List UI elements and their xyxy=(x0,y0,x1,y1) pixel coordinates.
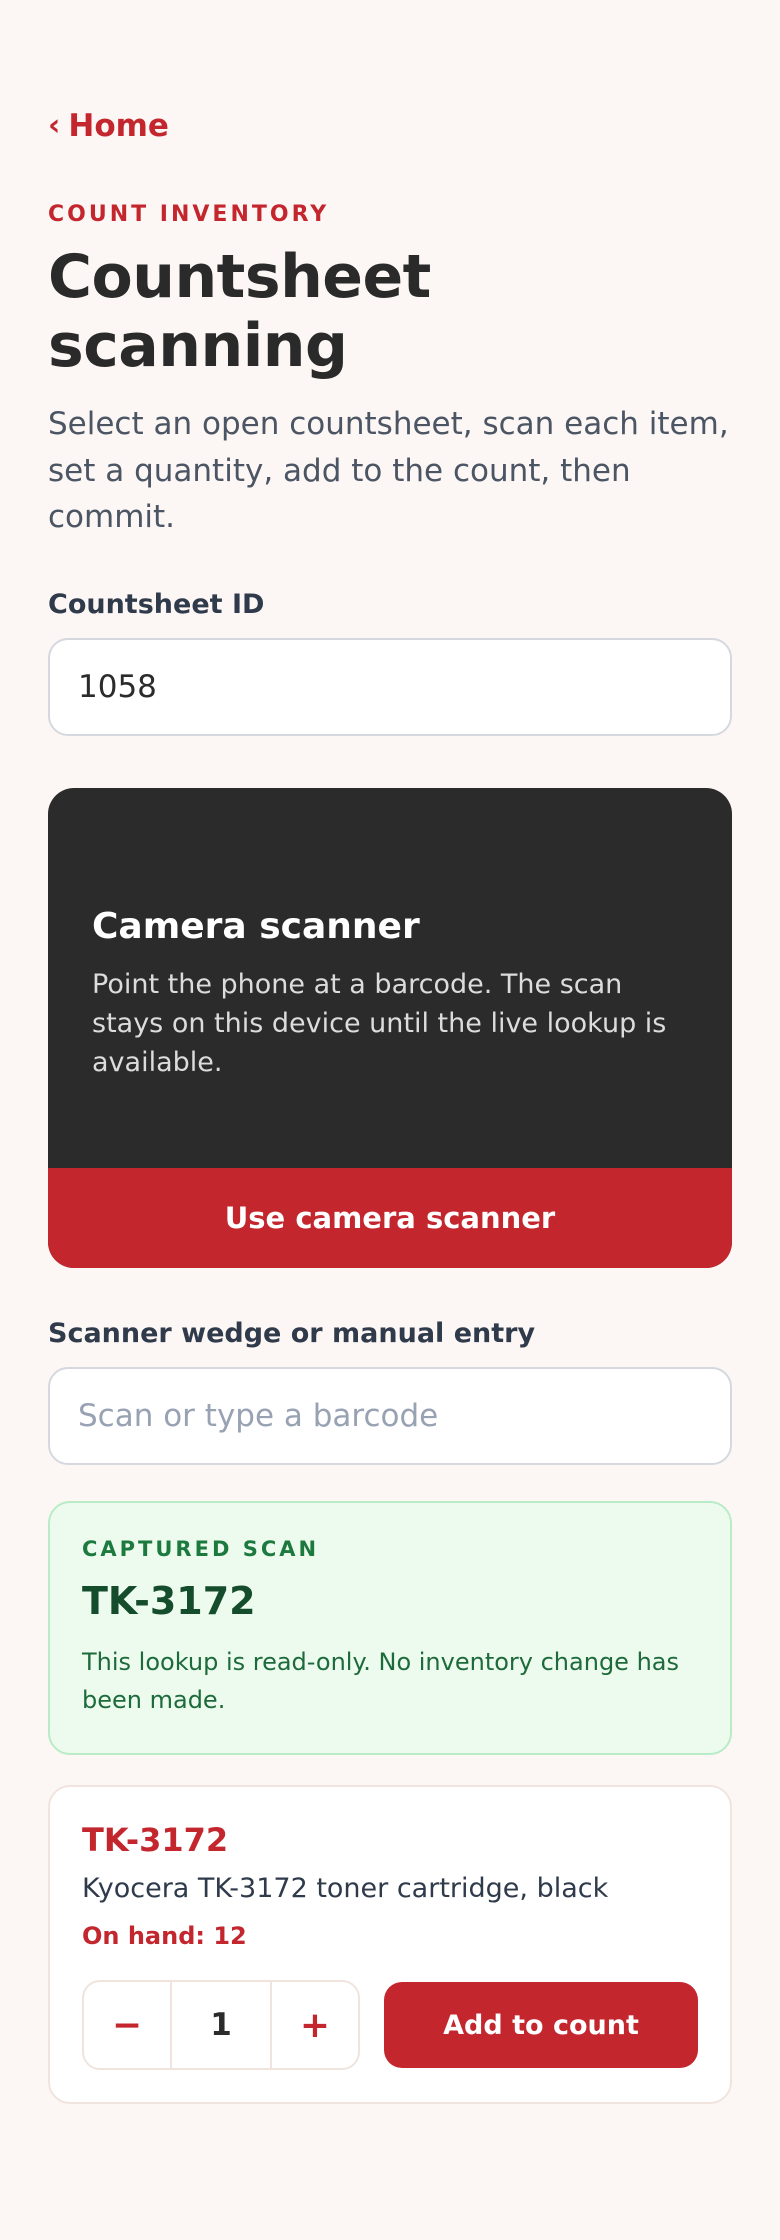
countsheet-scanning-page: ‹ Home COUNT INVENTORY Countsheet scanni… xyxy=(0,0,780,2105)
camera-scanner-title: Camera scanner xyxy=(92,905,420,947)
captured-scan-card: CAPTURED SCAN TK-3172 This lookup is rea… xyxy=(48,1500,732,1756)
add-to-count-button[interactable]: Add to count xyxy=(384,1982,698,2069)
camera-scanner-description: Point the phone at a barcode. The scan s… xyxy=(92,968,667,1078)
camera-preview: Camera scanner Point the phone at a barc… xyxy=(48,788,732,1168)
on-hand-count: On hand: 12 xyxy=(82,1922,247,1951)
captured-scan-code: TK-3172 xyxy=(82,1578,256,1623)
countsheet-id-input[interactable] xyxy=(48,637,732,736)
countsheet-id-label: Countsheet ID xyxy=(48,588,265,620)
plus-icon: + xyxy=(299,2004,331,2046)
quantity-stepper: − 1 + xyxy=(82,1980,360,2071)
manual-entry-label: Scanner wedge or manual entry xyxy=(48,1317,536,1349)
barcode-input[interactable] xyxy=(48,1366,732,1465)
chevron-left-icon: ‹ xyxy=(48,108,61,143)
increment-button[interactable]: + xyxy=(272,1982,358,2068)
use-camera-scanner-button[interactable]: Use camera scanner xyxy=(48,1167,732,1268)
back-home-link[interactable]: ‹ Home xyxy=(48,108,169,144)
page-intro: Select an open countsheet, scan each ite… xyxy=(48,406,729,535)
back-home-label: Home xyxy=(68,108,169,144)
captured-scan-eyebrow: CAPTURED SCAN xyxy=(82,1536,320,1561)
camera-scanner-card: Camera scanner Point the phone at a barc… xyxy=(48,787,732,1268)
product-name: Kyocera TK-3172 toner cartridge, black xyxy=(82,1873,609,1905)
section-eyebrow: COUNT INVENTORY xyxy=(48,202,330,227)
captured-scan-note: This lookup is read-only. No inventory c… xyxy=(82,1647,679,1714)
count-actions: − 1 + Add to count xyxy=(82,1980,698,2071)
quantity-value[interactable]: 1 xyxy=(170,1982,272,2069)
page-title: Countsheet scanning xyxy=(48,242,431,381)
product-code: TK-3172 xyxy=(82,1821,229,1860)
minus-icon: − xyxy=(111,2004,143,2046)
product-card: TK-3172 Kyocera TK-3172 toner cartridge,… xyxy=(48,1785,732,2105)
decrement-button[interactable]: − xyxy=(84,1982,170,2068)
